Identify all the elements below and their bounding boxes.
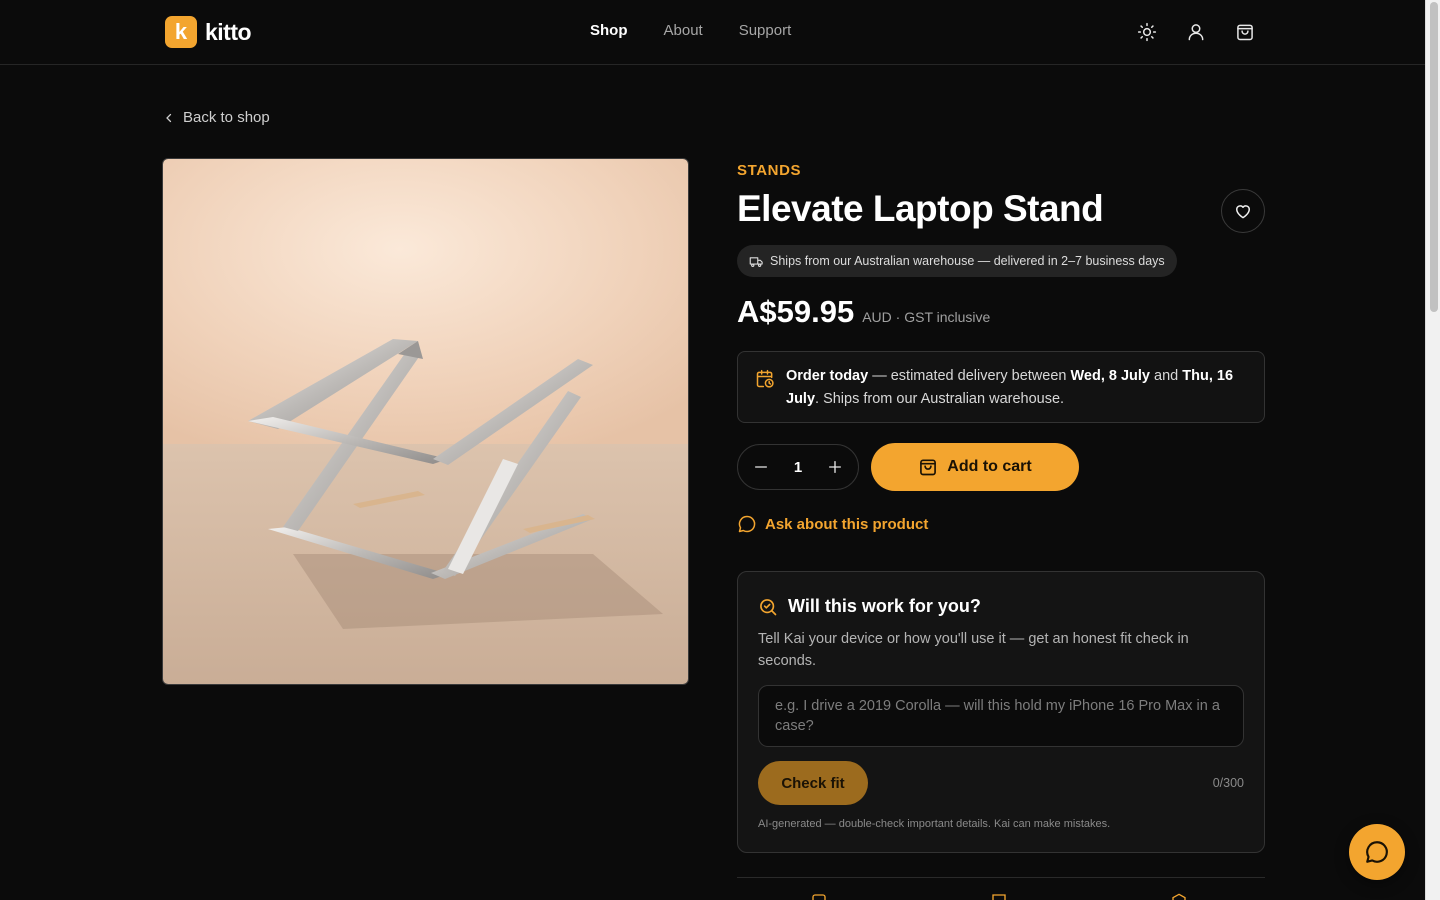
increase-quantity-button[interactable] [825,457,845,477]
brand-logo[interactable]: k kitto [165,16,252,48]
fit-check-description: Tell Kai your device or how you'll use i… [758,631,1189,669]
price-row: A$59.95 AUD · GST inclusive [737,294,990,330]
delivery-text: Order today — estimated delivery between… [786,368,1233,407]
feature-icon [991,893,1007,900]
fit-check-card: Will this work for you? Tell Kai your de… [737,571,1265,853]
delivery-and: and [1150,368,1183,384]
feature-icon [811,893,827,900]
ask-about-product-link[interactable]: Ask about this product [737,514,928,534]
ask-label: Ask about this product [765,515,929,533]
site-header: k kitto Shop About Support [0,0,1425,65]
page-scrollbar[interactable] [1425,0,1440,900]
add-to-cart-label: Add to cart [947,458,1032,475]
back-to-shop-link[interactable]: Back to shop [163,109,270,126]
calendar-clock-icon [756,369,774,388]
fit-check-input[interactable]: e.g. I drive a 2019 Corolla — will this … [758,685,1244,747]
user-icon[interactable] [1184,20,1208,44]
delivery-lead: Order today [786,368,869,384]
back-link-label: Back to shop [183,109,270,126]
plus-icon [829,461,841,473]
fit-check-header: Will this work for you? [758,596,981,617]
main-nav: Shop About Support [590,22,791,39]
decrease-quantity-button[interactable] [751,457,771,477]
chevron-left-icon [166,113,172,122]
heart-icon [1236,205,1250,219]
logo-text: kitto [205,18,252,45]
add-to-cart-button[interactable]: Add to cart [871,443,1079,491]
quantity-stepper: 1 [737,444,859,490]
check-fit-button[interactable]: Check fit [758,761,868,805]
shipping-pill-text: Ships from our Australian warehouse — de… [770,254,1165,268]
nav-support[interactable]: Support [739,22,792,39]
delivery-date-from: Wed, 8 July [1070,368,1150,384]
truck-icon [749,256,763,267]
scrollbar-thumb[interactable] [1430,2,1438,312]
price-note: AUD · GST inclusive [862,309,991,325]
search-check-icon [760,598,777,615]
chat-bubble-icon [738,515,756,533]
nav-shop[interactable]: Shop [590,22,628,39]
section-divider [737,877,1265,878]
sun-icon[interactable] [1135,20,1159,44]
delivery-tail: . Ships from our Australian warehouse. [815,391,1065,407]
chat-widget-button[interactable] [1349,824,1405,880]
product-image [162,158,689,685]
shopping-bag-icon [920,459,937,476]
minus-icon [755,466,767,468]
product-category[interactable]: STANDS [737,162,801,179]
product-title: Elevate Laptop Stand [737,188,1104,229]
nav-about[interactable]: About [664,22,703,39]
ai-disclaimer: AI-generated — double-check important de… [758,818,1111,830]
logo-mark: k [165,16,197,48]
feature-icon [1171,893,1187,900]
shipping-pill: Ships from our Australian warehouse — de… [737,245,1177,277]
quantity-value[interactable]: 1 [794,459,802,476]
shopping-bag-icon[interactable] [1233,20,1257,44]
chat-bubble-icon [1366,841,1388,863]
delivery-estimate: Order today — estimated delivery between… [737,351,1265,423]
delivery-mid: — estimated delivery between [868,368,1071,384]
header-actions [1135,20,1257,44]
product-price: A$59.95 [737,294,855,329]
character-counter: 0/300 [1212,776,1244,790]
fit-check-title: Will this work for you? [788,596,981,616]
wishlist-button[interactable] [1221,189,1265,233]
